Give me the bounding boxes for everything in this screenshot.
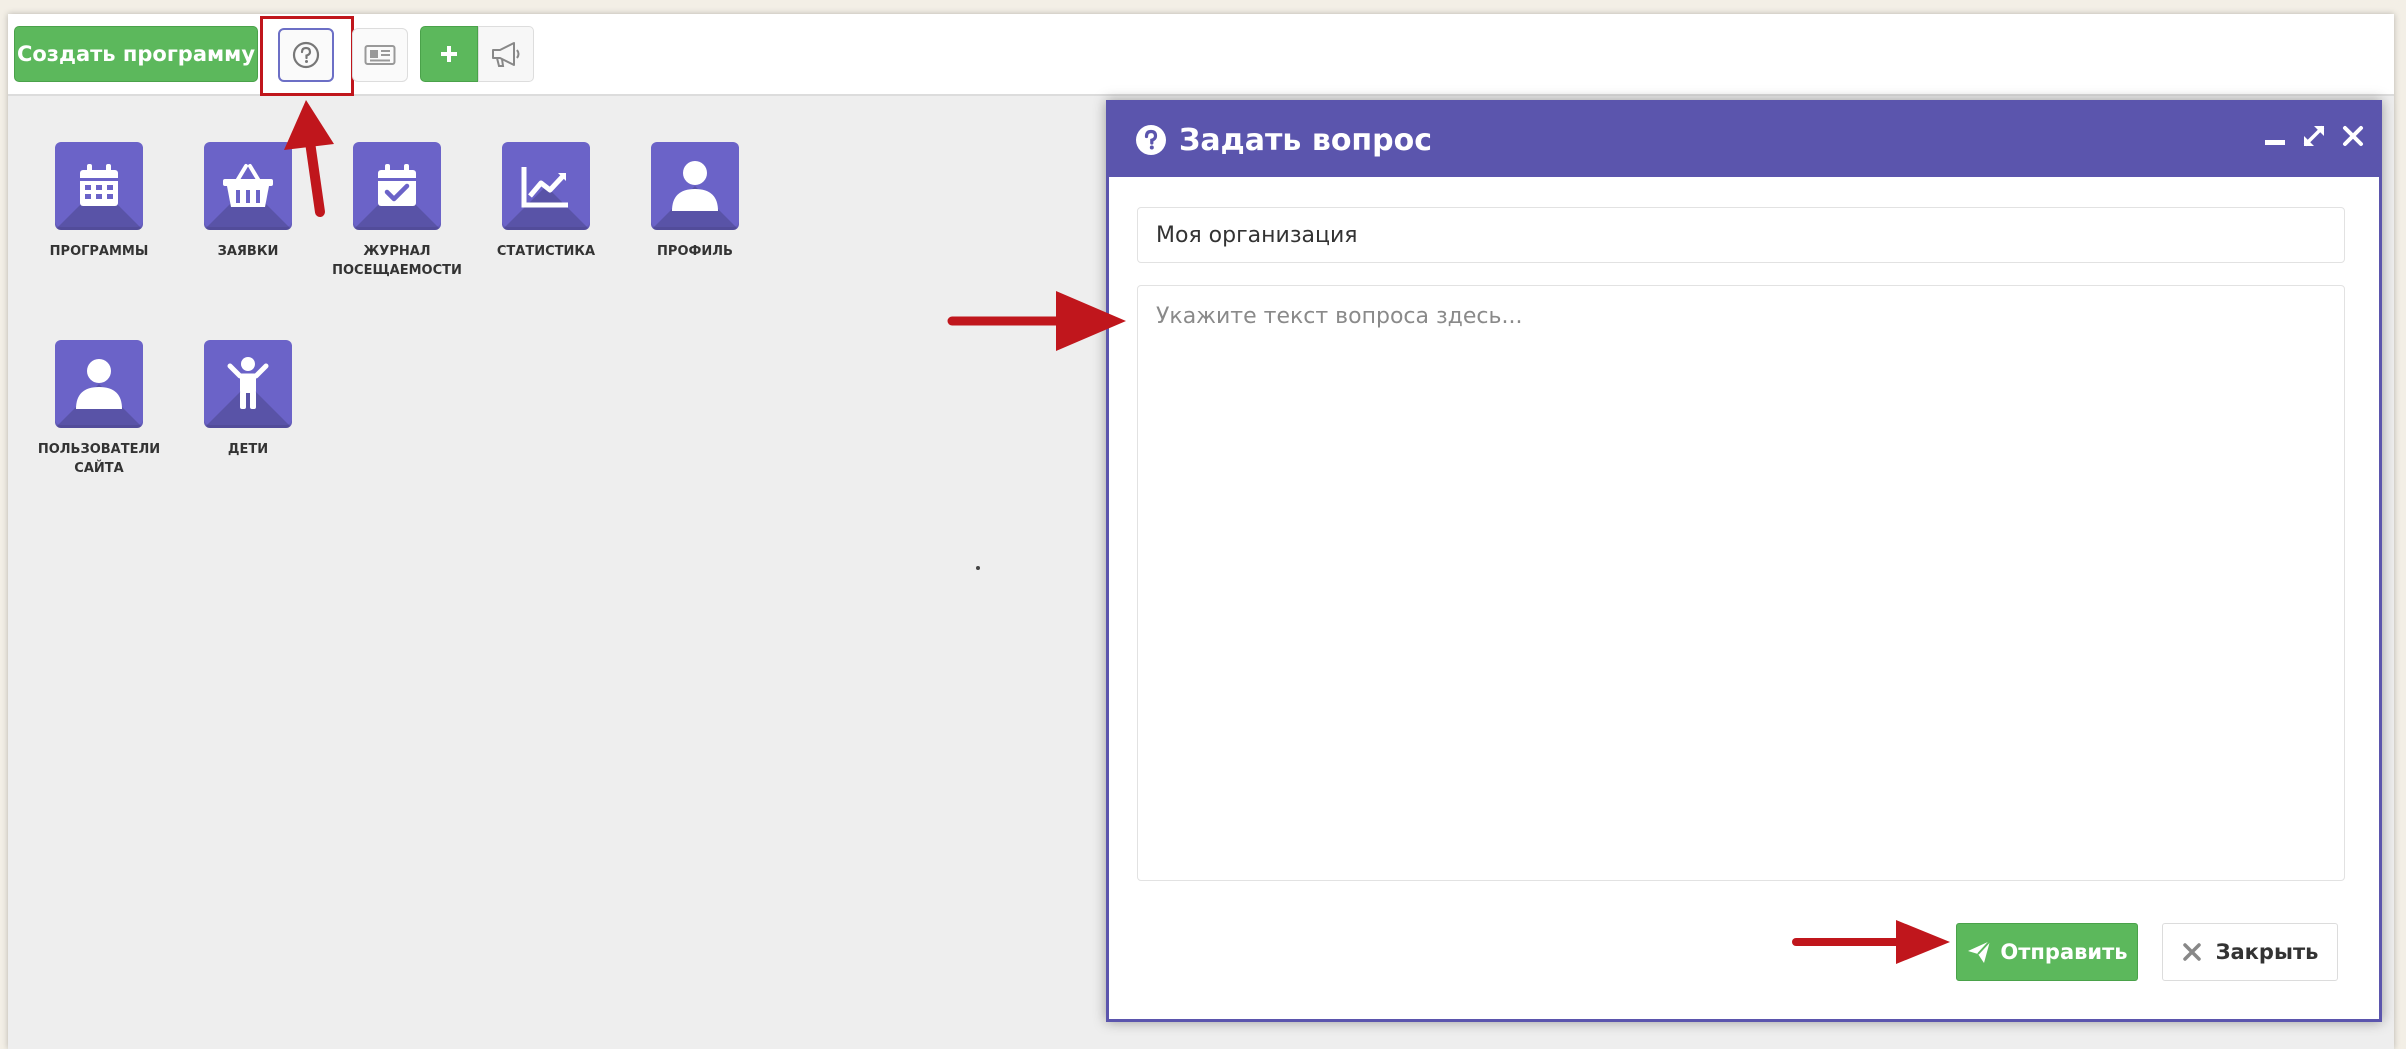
tile-programs[interactable]: ПРОГРАММЫ [24,142,174,261]
top-toolbar: Создать программу [8,14,2394,96]
minimize-icon[interactable] [2263,124,2287,148]
paper-plane-icon [1968,940,1992,963]
child-icon [227,357,269,409]
megaphone-icon [492,42,520,67]
tile-programs-icon-box [55,142,143,230]
tile-children-icon-box [204,340,292,428]
dialog-header[interactable]: Задать вопрос [1109,103,2379,177]
basket-icon [223,164,273,207]
chart-line-icon [521,167,568,208]
user-icon [672,161,718,211]
tile-applications[interactable]: ЗАЯВКИ [173,142,323,261]
stray-dot [976,566,980,570]
calendar-icon [80,164,118,206]
close-button-label: Закрыть [2215,940,2319,964]
news-button[interactable] [352,28,408,82]
question-text-field[interactable]: Укажите текст вопроса здесь... [1137,285,2345,881]
tile-label: ПРОГРАММЫ [49,244,149,259]
tile-statistics[interactable]: СТАТИСТИКА [471,142,621,261]
calendar-check-icon [378,164,416,206]
plus-icon [441,46,457,62]
tile-profile-icon-box [651,142,739,230]
send-button-label: Отправить [2000,940,2128,964]
app-window: Создать программу ПРОГРАММЫ ЗАЯВКИ ЖУРНА… [8,14,2394,1049]
tile-label: ЗАЯВКИ [217,244,279,259]
question-circle-icon [1136,125,1166,155]
tile-site-users-icon-box [55,340,143,428]
maximize-icon[interactable] [2301,123,2327,149]
announcement-button[interactable] [478,26,534,82]
newspaper-icon [364,45,396,65]
close-x-icon [2182,943,2201,961]
close-icon[interactable] [2341,124,2365,148]
help-highlight-box [260,16,354,96]
tile-attendance-icon-box [353,142,441,230]
tile-site-users[interactable]: ПОЛЬЗОВАТЕЛИ САЙТА [24,340,174,478]
send-button[interactable]: Отправить [1956,923,2138,981]
tile-children[interactable]: ДЕТИ [173,340,323,459]
tile-applications-icon-box [204,142,292,230]
user-icon [76,359,122,409]
tile-profile[interactable]: ПРОФИЛЬ [620,142,770,261]
tile-label: ПРОФИЛЬ [657,244,733,259]
tile-label: ПОЛЬЗОВАТЕЛИ САЙТА [37,442,161,476]
organization-field[interactable]: Моя организация [1137,207,2345,263]
tile-label: ДЕТИ [227,442,269,457]
close-button[interactable]: Закрыть [2162,923,2338,981]
question-placeholder: Укажите текст вопроса здесь... [1156,304,1523,329]
ask-question-dialog: Задать вопрос Моя организация Укажите те… [1106,100,2382,1022]
dialog-title: Задать вопрос [1179,122,1433,158]
tile-statistics-icon-box [502,142,590,230]
create-program-button[interactable]: Создать программу [14,26,258,82]
tile-attendance-journal[interactable]: ЖУРНАЛ ПОСЕЩАЕМОСТИ [322,142,472,280]
dialog-window-controls [2263,123,2365,149]
tile-label: ЖУРНАЛ ПОСЕЩАЕМОСТИ [332,244,462,278]
add-button[interactable] [420,26,478,82]
tile-label: СТАТИСТИКА [496,244,596,259]
